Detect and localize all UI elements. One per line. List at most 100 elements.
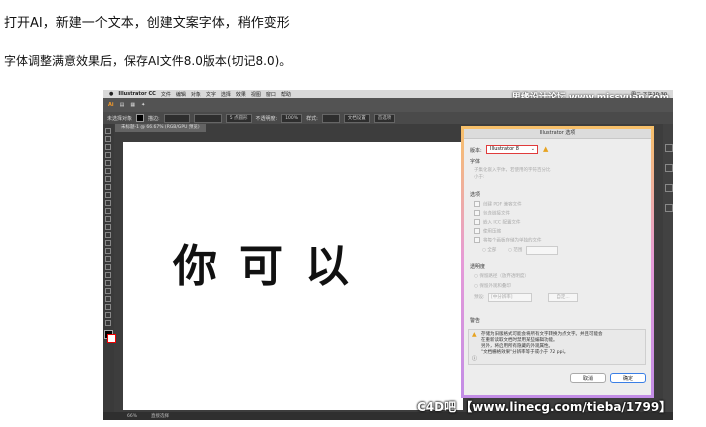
apple-icon: ● [109,91,114,97]
menu-item[interactable]: 窗口 [266,91,276,98]
menu-item[interactable]: 选择 [221,91,231,98]
version-label: 版本: [470,148,482,154]
pen-tool-icon[interactable] [105,152,111,158]
ai-logo-icon: Ai [108,102,114,108]
option-compression[interactable]: 使用压缩 [474,228,501,235]
warning-icon: ▲ [472,331,477,338]
line-tool-icon[interactable] [105,168,111,174]
menu-item[interactable]: 效果 [236,91,246,98]
custom-button[interactable]: 自定... [548,293,578,302]
rotate-tool-icon[interactable] [105,208,111,214]
selection-tool-icon[interactable] [105,128,111,134]
graph-tool-icon[interactable] [105,296,111,302]
radio-range[interactable]: ○ 范围 [508,247,522,253]
symbol-sprayer-tool-icon[interactable] [105,288,111,294]
menu-item[interactable]: 帮助 [281,91,291,98]
opacity-label: 不透明度: [255,115,278,122]
scale-tool-icon[interactable] [105,216,111,222]
stroke-color-icon[interactable] [107,334,116,343]
rectangle-tool-icon[interactable] [105,176,111,182]
warnings-header: 警告 [470,318,481,324]
pencil-tool-icon[interactable] [105,192,111,198]
fonts-subset-desc-2: 小于: [474,175,485,180]
zoom-tool-icon[interactable] [105,320,111,326]
paintbrush-tool-icon[interactable] [105,184,111,190]
layout-icon[interactable]: ▦ [130,102,135,108]
app-titlebar: Ai ▤ ▦ ✦ [103,98,673,112]
hand-tool-icon[interactable] [105,312,111,318]
current-tool: 直接选择 [151,414,170,419]
fonts-subset-desc: 子集化嵌入字体，若使用的字符百分比 [474,168,551,173]
illustrator-screenshot: ● Illustrator CC 文件 编辑 对象 文字 选择 效果 视图 窗口… [103,90,673,420]
instruction-line-1: 打开AI，新建一个文本，创建文案字体，稍作变形 [4,16,290,31]
menu-item[interactable]: 文件 [161,91,171,98]
menu-item[interactable]: 对象 [191,91,201,98]
warning-line: "文档栅格效果"分辨率等于或小于 72 ppi。 [481,350,569,355]
app-name: Illustrator CC [118,91,156,97]
preferences-button[interactable]: 首选项 [373,113,396,123]
menu-item[interactable]: 文字 [206,91,216,98]
option-embed-icc[interactable]: 嵌入 ICC 配置文件 [474,219,520,226]
chevron-down-icon: ⌄ [530,146,535,152]
cancel-button[interactable]: 取消 [570,373,606,383]
gradient-tool-icon[interactable] [105,264,111,270]
instruction-line-2: 字体调整满意效果后，保存AI文件8.0版本(切记8.0)。 [4,54,292,68]
option-pdf-compatible[interactable]: 创建 PDF 兼容文件 [474,201,522,208]
info-icon: ⓘ [472,356,478,362]
dialog-title: Illustrator 选项 [464,129,651,139]
ok-button[interactable]: 确定 [610,373,646,383]
zoom-level[interactable]: 66% [127,414,137,419]
arrange-icon[interactable]: ✦ [141,102,145,108]
document-setup-button[interactable]: 文档设置 [343,113,370,123]
layers-panel-icon[interactable] [665,204,673,212]
warning-icon: ▲ [543,145,549,153]
radio-all[interactable]: ○ 全部 [482,247,496,253]
transparency-header: 透明度 [470,264,486,270]
illustrator-options-dialog: Illustrator 选项 版本: Illustrator 8 ⌄ ▲ 字体 … [461,126,654,398]
style-label: 样式: [306,115,318,122]
shape-builder-tool-icon[interactable] [105,240,111,246]
transparency-preserve-paths[interactable]: ○ 保留路径（放弃透明度） [474,273,529,279]
artwork-text[interactable]: 你可以 [173,230,371,294]
style-dropdown[interactable] [321,113,340,123]
width-tool-icon[interactable] [105,224,111,230]
control-bar: 未选择对象 描边: 5 点圆形 不透明度: 100% 样式: 文档设置 首选项 [103,112,673,124]
warnings-box: ▲ 存储为旧版格式可能会将所有文字转换为点文字。并且可能会 在重新读取文档时禁用… [468,329,646,365]
color-panel-icon[interactable] [665,144,673,152]
document-tab[interactable]: 未标题-1 @ 66.67% (RGB/GPU 预览) [115,124,206,132]
blend-tool-icon[interactable] [105,280,111,286]
version-value: Illustrator 8 [490,146,519,152]
option-include-linked[interactable]: 包含链接文件 [474,210,510,217]
artboard-tool-icon[interactable] [105,304,111,310]
direct-selection-tool-icon[interactable] [105,136,111,142]
watermark-bottom: C4D吧 【www.linecg.com/tieba/1799】 [417,400,672,414]
type-tool-icon[interactable] [105,160,111,166]
brush-points-field[interactable]: 5 点圆形 [225,113,252,123]
stroke-label: 描边: [148,115,160,122]
options-header: 选项 [470,192,481,198]
mesh-tool-icon[interactable] [105,256,111,262]
free-transform-tool-icon[interactable] [105,232,111,238]
swatches-panel-icon[interactable] [665,164,673,172]
stroke-field[interactable] [163,113,190,123]
selection-status: 未选择对象 [107,115,133,122]
opacity-field[interactable]: 100% [281,113,303,123]
version-select[interactable]: Illustrator 8 ⌄ [486,145,538,154]
menu-item[interactable]: 编辑 [176,91,186,98]
preset-select[interactable]: [中分辨率] [488,293,532,302]
fonts-header: 字体 [470,159,481,165]
eyedropper-tool-icon[interactable] [105,272,111,278]
magic-wand-tool-icon[interactable] [105,144,111,150]
eraser-tool-icon[interactable] [105,200,111,206]
variable-width-field[interactable] [193,113,222,123]
transparency-preserve-appearance[interactable]: ○ 保留外观和叠印 [474,283,511,289]
menu-item[interactable]: 视图 [251,91,261,98]
preset-label: 预设: [474,295,485,300]
bridge-icon[interactable]: ▤ [120,102,125,108]
perspective-tool-icon[interactable] [105,248,111,254]
tools-panel [103,124,116,414]
brushes-panel-icon[interactable] [665,184,673,192]
fill-swatch[interactable] [136,114,145,122]
option-save-artboards[interactable]: 将每个画板存储为单独的文件 [474,237,542,244]
range-input[interactable] [526,246,558,255]
